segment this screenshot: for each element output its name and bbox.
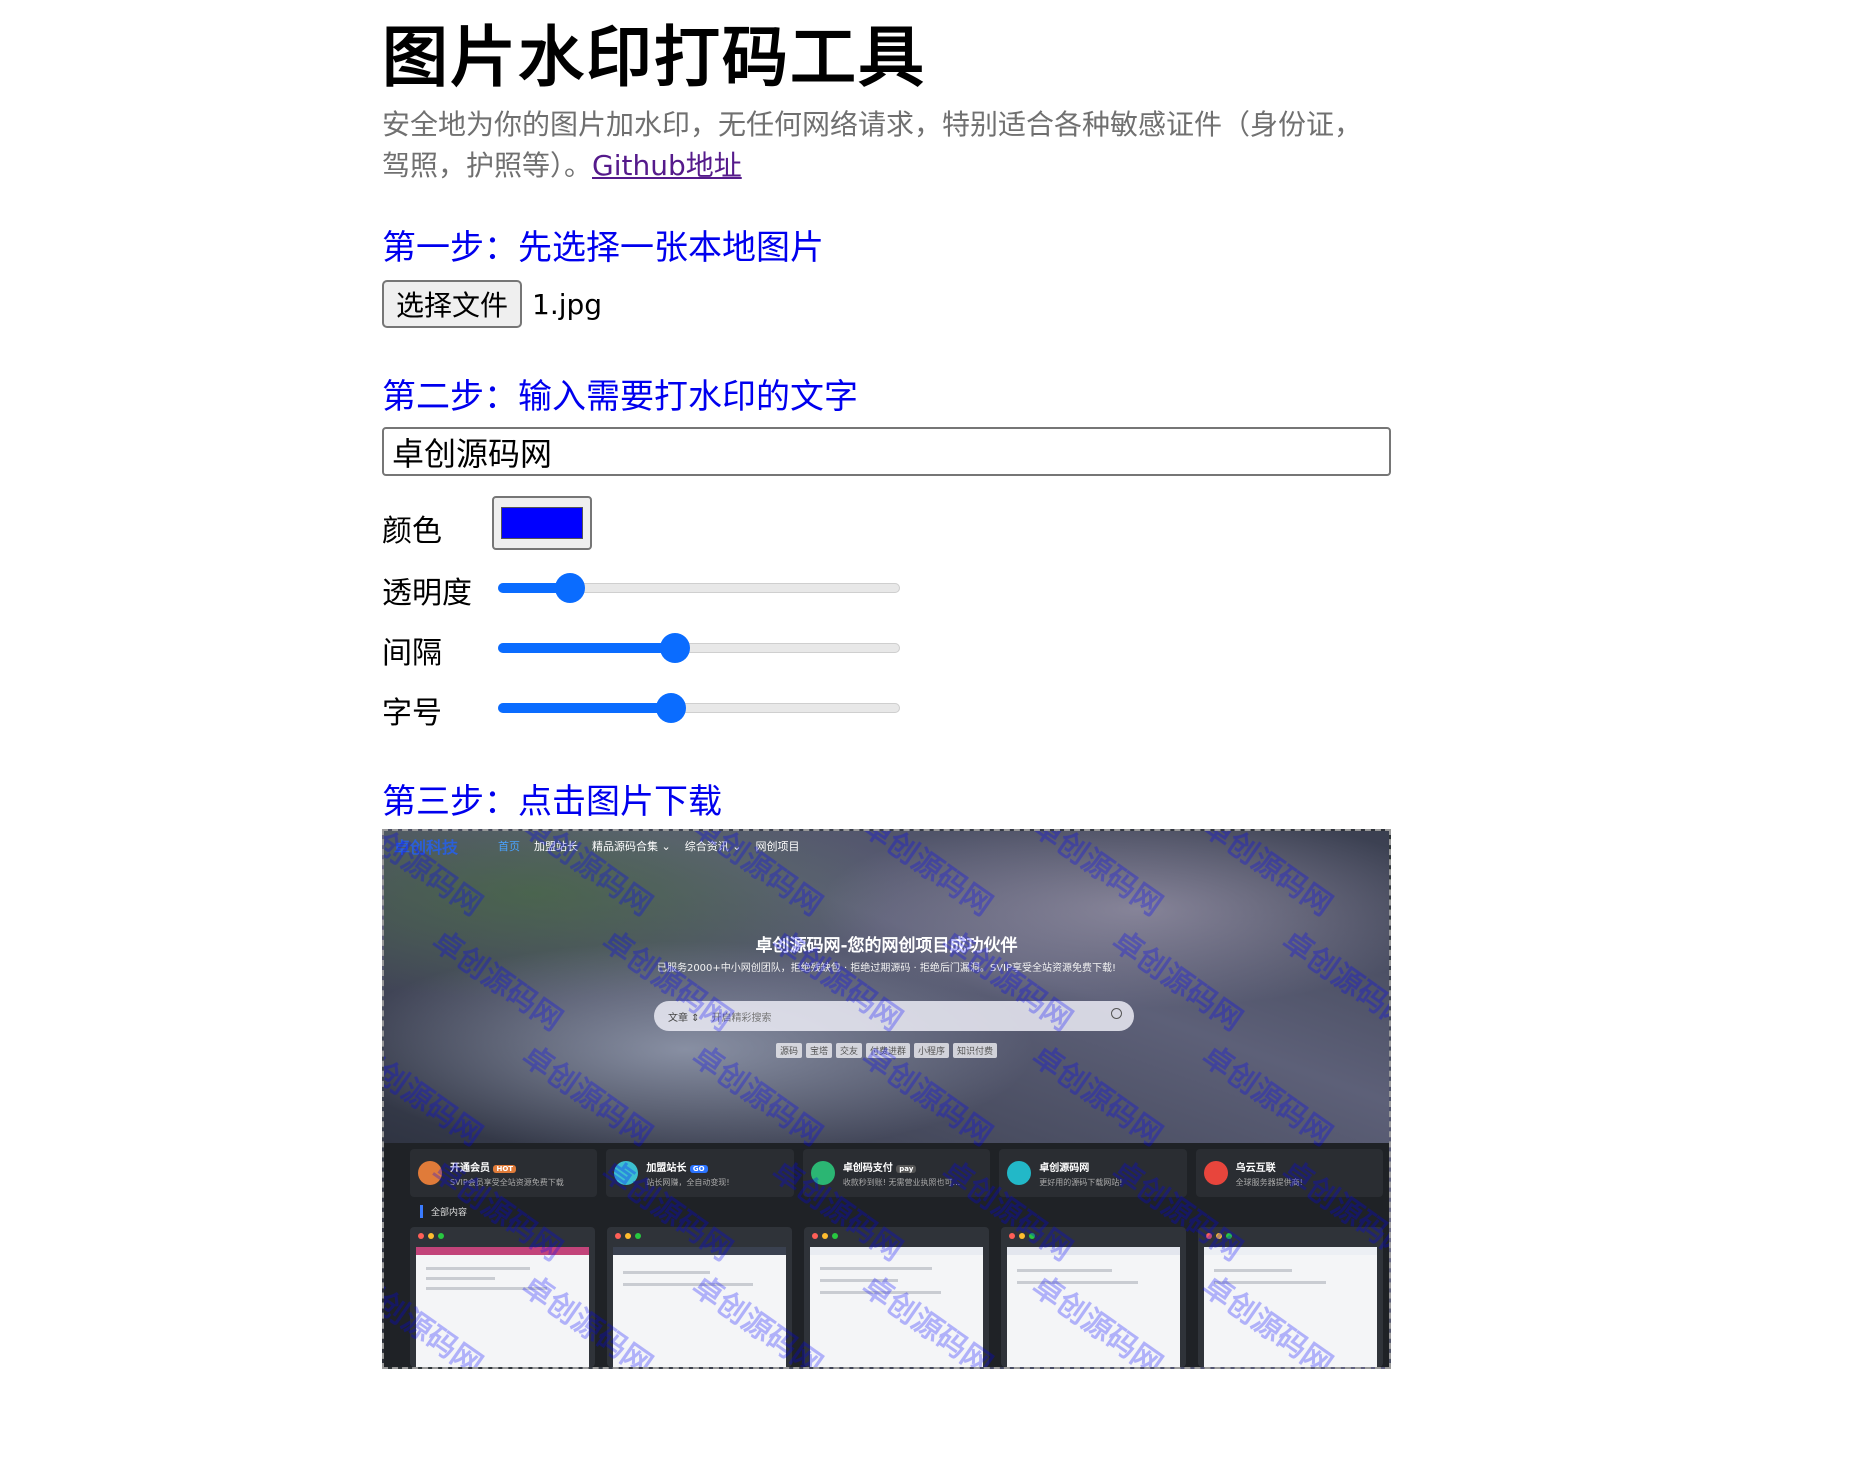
preview-feature-card: 加盟站长 GO 站长网赚，全自动变现!	[606, 1149, 794, 1197]
preview-nav-item: 首页	[498, 840, 521, 853]
card-subtitle: 站长网赚，全自动变现!	[646, 1177, 730, 1187]
preview-feature-card: 卓创码支付 pay 收款秒到账! 无需营业执照也可...	[802, 1149, 991, 1197]
preview-nav-item: 加盟站长	[534, 840, 579, 853]
description-text: 安全地为你的图片加水印，无任何网络请求，特别适合各种敏感证件（身份证，驾照，护照…	[382, 108, 1363, 182]
watermark-text-input[interactable]	[382, 427, 1391, 476]
spacing-label: 间隔	[382, 636, 442, 671]
step3-heading: 第三步：点击图片下载	[382, 782, 722, 822]
preview-search-bar: 文章 ⇕ 开启精彩搜索	[654, 1001, 1134, 1031]
step1-heading: 第一步：先选择一张本地图片	[382, 228, 824, 268]
opacity-slider[interactable]	[498, 573, 900, 603]
preview-navbar: 卓创科技 首页 加盟站长 精品源码合集 ⌄ 综合资讯 ⌄ 网创项目	[394, 835, 1379, 857]
color-picker[interactable]	[492, 496, 592, 550]
card-title: 乌云互联	[1235, 1162, 1276, 1174]
preview-feature-card: 开通会员 HOT SVIP会员享受全站资源免费下载	[410, 1149, 598, 1197]
color-label: 颜色	[382, 514, 442, 549]
fontsize-label: 字号	[382, 696, 442, 731]
preview-tag: 知识付费	[953, 1043, 998, 1058]
preview-tag: 交友	[835, 1043, 862, 1058]
card-subtitle: 更好用的源码下载网站!	[1039, 1177, 1123, 1187]
page-title: 图片水印打码工具	[382, 19, 926, 96]
preview-hero-artwork	[384, 831, 1389, 1143]
card-title: 加盟站长 GO	[646, 1159, 729, 1174]
preview-logo: 卓创科技	[394, 838, 459, 857]
preview-thumbnail	[804, 1227, 989, 1367]
preview-thumbnail	[607, 1227, 792, 1367]
preview-search-select: 文章 ⇕	[668, 1012, 700, 1024]
preview-nav-item: 精品源码合集 ⌄	[592, 840, 671, 853]
selected-file-name: 1.jpg	[532, 287, 603, 321]
fontsize-slider[interactable]	[498, 693, 900, 723]
file-picker: 选择文件 1.jpg	[382, 280, 602, 328]
card-subtitle: 收款秒到账! 无需营业执照也可...	[842, 1177, 961, 1187]
step2-heading: 第二步：输入需要打水印的文字	[382, 377, 858, 417]
card-title: 开通会员 HOT	[450, 1159, 564, 1174]
spacing-slider[interactable]	[498, 633, 900, 663]
preview-thumbnail	[1198, 1227, 1383, 1367]
color-swatch-fill	[501, 507, 583, 539]
preview-thumbnail	[1001, 1227, 1186, 1367]
preview-thumbnail-row	[410, 1227, 1383, 1367]
watermarked-image-preview[interactable]: 卓创科技 首页 加盟站长 精品源码合集 ⌄ 综合资讯 ⌄ 网创项目 卓创源码网-…	[382, 829, 1391, 1369]
card-subtitle: 全球服务器提供商!	[1235, 1177, 1303, 1187]
slider-track	[498, 643, 900, 653]
preview-tag: 小程序	[914, 1043, 950, 1058]
preview-nav-item: 综合资讯 ⌄	[684, 840, 742, 853]
card-title: 卓创码支付 pay	[843, 1159, 960, 1174]
page-description: 安全地为你的图片加水印，无任何网络请求，特别适合各种敏感证件（身份证，驾照，护照…	[382, 104, 1382, 186]
preview-tag: 源码	[775, 1043, 802, 1058]
cloud-icon	[1007, 1161, 1032, 1185]
preview-tag: 宝塔	[805, 1043, 832, 1058]
preview-feature-card: 乌云互联全球服务器提供商!	[1195, 1149, 1384, 1197]
slider-thumb[interactable]	[655, 693, 686, 723]
preview-tag-list: 源码 宝塔 交友 付费进群 小程序 知识付费	[384, 1043, 1389, 1058]
preview-hero-subtitle: 已服务2000+中小网创团队，拒绝残缺包 · 拒绝过期源码 · 拒绝后门漏洞。S…	[656, 963, 1117, 974]
slider-fill	[498, 643, 675, 653]
opacity-label: 透明度	[382, 576, 472, 611]
slider-thumb[interactable]	[555, 573, 586, 603]
github-link[interactable]: Github地址	[592, 149, 742, 182]
wallet-icon	[810, 1161, 835, 1185]
preview-feature-cards: 开通会员 HOT SVIP会员享受全站资源免费下载 加盟站长 GO 站长网赚，全自动…	[410, 1149, 1384, 1197]
cloud-link-icon	[1203, 1161, 1228, 1185]
preview-section-label: 全部内容	[420, 1205, 467, 1218]
preview-thumbnail	[410, 1227, 595, 1367]
shop-icon	[614, 1161, 639, 1185]
crown-icon	[418, 1161, 442, 1185]
preview-feature-card: 卓创源码网更好用的源码下载网站!	[999, 1149, 1187, 1197]
card-title: 卓创源码网	[1039, 1162, 1090, 1174]
slider-fill	[498, 703, 671, 713]
preview-tag: 付费进群	[866, 1043, 911, 1058]
card-subtitle: SVIP会员享受全站资源免费下载	[450, 1177, 564, 1187]
preview-hero-title: 卓创源码网-您的网创项目成功伙伴	[755, 936, 1018, 956]
search-icon	[1111, 1008, 1122, 1019]
slider-thumb[interactable]	[659, 633, 690, 663]
choose-file-button[interactable]: 选择文件	[382, 280, 522, 328]
slider-track	[498, 703, 900, 713]
preview-search-placeholder: 开启精彩搜索	[711, 1012, 772, 1024]
preview-nav-item: 网创项目	[755, 840, 800, 853]
